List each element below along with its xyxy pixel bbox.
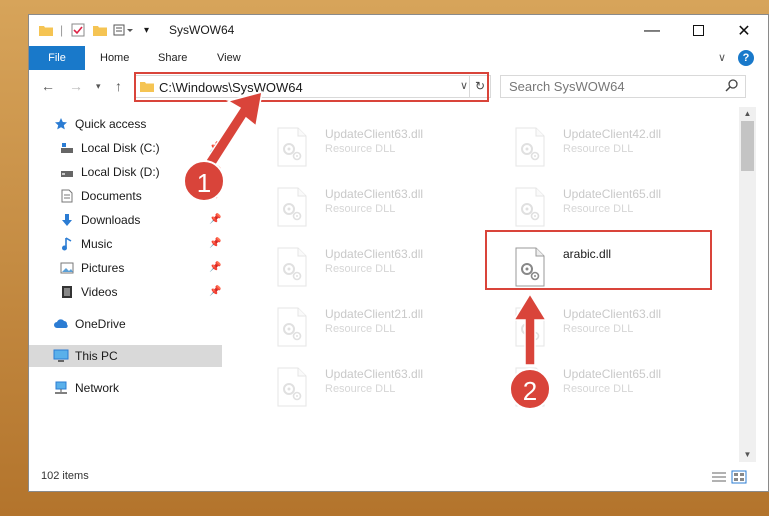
step-1-badge: 1 xyxy=(183,160,225,202)
step-2-badge: 2 xyxy=(509,368,551,410)
arrow-2-icon xyxy=(512,292,548,366)
arrow-1-icon xyxy=(205,90,263,170)
annotation-arrows xyxy=(205,90,548,366)
